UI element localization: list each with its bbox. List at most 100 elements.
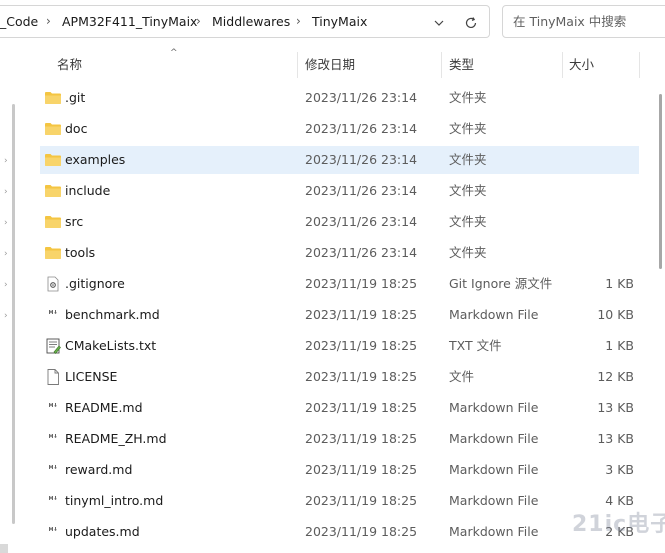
- column-headers: 名称 ^ 修改日期 类型 大小: [40, 48, 640, 82]
- vertical-scrollbar[interactable]: [656, 44, 665, 553]
- file-size: 3 KB: [605, 462, 634, 477]
- file-date: 2023/11/19 18:25: [305, 431, 418, 446]
- file-date: 2023/11/19 18:25: [305, 338, 418, 353]
- file-date: 2023/11/19 18:25: [305, 276, 418, 291]
- file-size: 12 KB: [597, 369, 634, 384]
- file-row[interactable]: .gitignore 2023/11/19 18:25 Git Ignore 源…: [40, 270, 639, 298]
- file-name: LICENSE: [65, 369, 118, 384]
- history-dropdown-button[interactable]: [426, 6, 452, 37]
- chevron-down-icon: [434, 20, 444, 26]
- file-row[interactable]: updates.md 2023/11/19 18:25 Markdown Fil…: [40, 518, 639, 546]
- chevron-right-icon[interactable]: ›: [4, 187, 8, 197]
- file-row[interactable]: benchmark.md 2023/11/19 18:25 Markdown F…: [40, 301, 639, 329]
- file-row[interactable]: CMakeLists.txt 2023/11/19 18:25 TXT 文件 1…: [40, 332, 639, 360]
- markdown-file-icon: [49, 465, 57, 469]
- folder-icon: [45, 123, 61, 135]
- column-header-date[interactable]: 修改日期: [305, 48, 355, 82]
- chevron-right-icon[interactable]: ›: [196, 6, 201, 37]
- file-name: .gitignore: [65, 276, 125, 291]
- markdown-file-icon: [49, 310, 57, 314]
- file-row[interactable]: examples 2023/11/26 23:14 文件夹: [40, 146, 639, 174]
- file-date: 2023/11/19 18:25: [305, 524, 418, 539]
- file-name: README.md: [65, 400, 143, 415]
- file-date: 2023/11/19 18:25: [305, 493, 418, 508]
- file-name: updates.md: [65, 524, 140, 539]
- file-type: Markdown File: [449, 524, 539, 539]
- file-date: 2023/11/19 18:25: [305, 369, 418, 384]
- folder-icon: [45, 216, 61, 228]
- sort-ascending-icon: ^: [170, 48, 178, 58]
- nav-selected-marker: [0, 544, 8, 553]
- file-size: 1 KB: [605, 338, 634, 353]
- file-name: tinyml_intro.md: [65, 493, 164, 508]
- file-name: examples: [65, 152, 126, 167]
- file-type: Markdown File: [449, 462, 539, 477]
- file-row[interactable]: doc 2023/11/26 23:14 文件夹: [40, 115, 639, 143]
- file-name: README_ZH.md: [65, 431, 167, 446]
- file-type: Git Ignore 源文件: [449, 276, 553, 291]
- search-input[interactable]: 在 TinyMaix 中搜索: [513, 6, 626, 37]
- file-row[interactable]: include 2023/11/26 23:14 文件夹: [40, 177, 639, 205]
- search-box[interactable]: 在 TinyMaix 中搜索: [502, 5, 665, 38]
- text-file-icon: [46, 338, 61, 354]
- folder-icon: [45, 154, 61, 166]
- file-date: 2023/11/26 23:14: [305, 121, 418, 136]
- file-size: 2 KB: [605, 524, 634, 539]
- file-row[interactable]: reward.md 2023/11/19 18:25 Markdown File…: [40, 456, 639, 484]
- file-date: 2023/11/26 23:14: [305, 152, 418, 167]
- file-date: 2023/11/19 18:25: [305, 462, 418, 477]
- file-row[interactable]: LICENSE 2023/11/19 18:25 文件 12 KB: [40, 363, 639, 391]
- refresh-button[interactable]: [458, 6, 484, 37]
- folder-icon: [45, 92, 61, 104]
- column-header-type[interactable]: 类型: [449, 48, 474, 82]
- file-type: Markdown File: [449, 431, 539, 446]
- column-header-name[interactable]: 名称: [57, 48, 82, 82]
- file-date: 2023/11/26 23:14: [305, 245, 418, 260]
- refresh-icon: [465, 16, 477, 28]
- column-divider[interactable]: [441, 52, 442, 78]
- chevron-right-icon[interactable]: ›: [4, 218, 8, 228]
- file-name: CMakeLists.txt: [65, 338, 157, 353]
- file-row[interactable]: README_ZH.md 2023/11/19 18:25 Markdown F…: [40, 425, 639, 453]
- file-date: 2023/11/26 23:14: [305, 90, 418, 105]
- file-row[interactable]: .git 2023/11/26 23:14 文件夹: [40, 84, 639, 112]
- chevron-right-icon[interactable]: ›: [4, 280, 8, 290]
- chevron-right-icon[interactable]: ›: [296, 6, 301, 37]
- file-type: 文件夹: [449, 152, 487, 167]
- file-row[interactable]: src 2023/11/26 23:14 文件夹: [40, 208, 639, 236]
- file-row[interactable]: tools 2023/11/26 23:14 文件夹: [40, 239, 639, 267]
- breadcrumb-item[interactable]: Middlewares: [212, 6, 290, 37]
- file-name: doc: [65, 121, 88, 136]
- blank-file-icon: [47, 369, 59, 385]
- file-row[interactable]: tinyml_intro.md 2023/11/19 18:25 Markdow…: [40, 487, 639, 515]
- file-date: 2023/11/19 18:25: [305, 400, 418, 415]
- column-divider[interactable]: [562, 52, 563, 78]
- file-name: tools: [65, 245, 96, 260]
- breadcrumb-item[interactable]: _Code: [0, 6, 38, 37]
- address-bar[interactable]: _Code › APM32F411_TinyMaix › Middlewares…: [0, 5, 490, 38]
- scrollbar-thumb[interactable]: [659, 94, 662, 269]
- file-date: 2023/11/26 23:14: [305, 214, 418, 229]
- column-divider[interactable]: [297, 52, 298, 78]
- column-divider[interactable]: [639, 52, 640, 78]
- file-name: .git: [65, 90, 86, 105]
- file-type: TXT 文件: [449, 338, 502, 353]
- file-type: 文件夹: [449, 90, 487, 105]
- markdown-file-icon: [49, 496, 57, 500]
- folder-icon: [45, 185, 61, 197]
- breadcrumb-item[interactable]: APM32F411_TinyMaix: [62, 6, 197, 37]
- file-name: reward.md: [65, 462, 133, 477]
- column-header-size[interactable]: 大小: [569, 48, 594, 82]
- chevron-right-icon[interactable]: ›: [4, 156, 8, 166]
- chevron-right-icon[interactable]: ›: [4, 311, 8, 321]
- breadcrumb-item[interactable]: TinyMaix: [312, 6, 367, 37]
- chevron-right-icon[interactable]: ›: [46, 6, 51, 37]
- file-row[interactable]: README.md 2023/11/19 18:25 Markdown File…: [40, 394, 639, 422]
- file-type: 文件夹: [449, 245, 487, 260]
- file-date: 2023/11/19 18:25: [305, 307, 418, 322]
- nav-scrollbar-thumb[interactable]: [12, 104, 15, 524]
- file-name: include: [65, 183, 111, 198]
- file-size: 13 KB: [597, 400, 634, 415]
- chevron-right-icon[interactable]: ›: [4, 249, 8, 259]
- file-size: 13 KB: [597, 431, 634, 446]
